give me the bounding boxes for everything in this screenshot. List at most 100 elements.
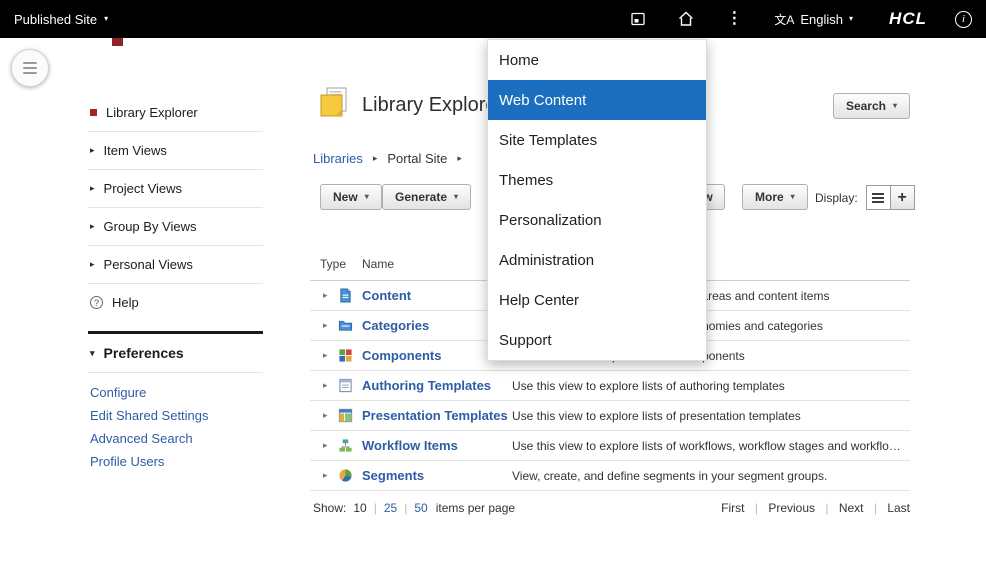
expand-arrow-icon[interactable]: ▸ — [310, 381, 338, 390]
segments-icon — [338, 468, 362, 483]
sidebar-item-label: Library Explorer — [106, 105, 198, 120]
sidebar-item-personal-views[interactable]: ▸ Personal Views — [88, 246, 263, 284]
hcl-logo: HCL — [889, 9, 927, 28]
content-icon — [338, 288, 362, 303]
sidebar-link-edit-shared-settings[interactable]: Edit Shared Settings — [90, 408, 261, 423]
generate-button[interactable]: Generate ▾ — [382, 184, 472, 210]
info-icon[interactable]: i — [955, 10, 972, 28]
search-button[interactable]: Search ▾ — [832, 93, 910, 119]
categories-icon — [338, 318, 362, 333]
items-per-page-label: items per page — [435, 501, 516, 515]
first-page-button[interactable]: First — [721, 501, 744, 515]
page-size-current[interactable]: 10 — [353, 501, 366, 515]
page-title: Library Explorer — [362, 93, 504, 116]
site-selector-label: Published Site — [14, 11, 98, 27]
menu-item-administration[interactable]: Administration — [488, 240, 706, 280]
language-selector[interactable]: 文A English ▾ — [774, 11, 853, 28]
row-description: Use this view to explore lists of presen… — [512, 408, 801, 423]
home-icon[interactable] — [677, 10, 695, 28]
table-row[interactable]: ▸ Presentation Templates Use this view t… — [310, 401, 910, 431]
hamburger-icon — [23, 62, 37, 64]
row-name-link[interactable]: Segments — [362, 468, 512, 483]
breadcrumb-libraries[interactable]: Libraries — [313, 151, 363, 166]
previous-page-button[interactable]: Previous — [768, 501, 815, 515]
list-view-icon — [872, 192, 885, 203]
table-row[interactable]: ▸ Authoring Templates Use this view to e… — [310, 371, 910, 401]
sidebar-item-help[interactable]: ? Help — [88, 284, 263, 321]
sidebar-section-preferences[interactable]: ▾ Preferences — [88, 334, 263, 373]
selected-marker-icon — [90, 109, 97, 116]
expand-arrow-icon[interactable]: ▸ — [310, 321, 338, 330]
sidebar-item-item-views[interactable]: ▸ Item Views — [88, 132, 263, 170]
new-button[interactable]: New ▾ — [320, 184, 382, 210]
more-button[interactable]: More ▾ — [742, 184, 808, 210]
table-row[interactable]: ▸ Workflow Items Use this view to explor… — [310, 431, 910, 461]
sidebar-item-label: Help — [112, 295, 139, 310]
expand-arrow-icon[interactable]: ▸ — [310, 411, 338, 420]
kebab-menu-icon[interactable]: ⋮ — [726, 11, 742, 27]
site-selector[interactable]: Published Site ▾ — [14, 12, 108, 27]
preferences-label: Preferences — [103, 345, 184, 361]
page-size-25[interactable]: 25 — [384, 501, 397, 515]
last-page-button[interactable]: Last — [887, 501, 910, 515]
chevron-down-icon: ▾ — [90, 347, 95, 358]
authoring-templates-icon — [338, 378, 362, 393]
row-description: Use this view to explore lists of author… — [512, 378, 785, 393]
caret-down-icon: ▾ — [790, 192, 795, 201]
row-name-link[interactable]: Presentation Templates — [362, 408, 512, 423]
caret-down-icon: ▾ — [454, 192, 459, 201]
pagination: Show: 10 | 25 | 50 items per page First … — [313, 501, 910, 515]
row-name-link[interactable]: Authoring Templates — [362, 378, 512, 393]
workflow-items-icon — [338, 438, 362, 453]
sidebar-item-library-explorer[interactable]: Library Explorer — [88, 94, 263, 132]
sidebar-link-profile-users[interactable]: Profile Users — [90, 454, 261, 469]
row-name-link[interactable]: Workflow Items — [362, 438, 512, 453]
menu-item-themes[interactable]: Themes — [488, 160, 706, 200]
chevron-right-icon: ▸ — [90, 221, 95, 231]
menu-item-site-templates[interactable]: Site Templates — [488, 120, 706, 160]
open-site-icon[interactable] — [630, 11, 646, 27]
sidebar-item-project-views[interactable]: ▸ Project Views — [88, 170, 263, 208]
breadcrumb-arrow-icon: ▸ — [457, 153, 462, 163]
menu-item-support[interactable]: Support — [488, 320, 706, 360]
menu-item-home[interactable]: Home — [488, 40, 706, 80]
next-page-button[interactable]: Next — [839, 501, 864, 515]
breadcrumb-portal-site[interactable]: Portal Site — [387, 151, 447, 166]
caret-down-icon: ▾ — [104, 14, 109, 23]
show-label: Show: — [313, 501, 347, 515]
sidebar-item-label: Item Views — [103, 143, 167, 158]
expand-arrow-icon[interactable]: ▸ — [310, 471, 338, 480]
chevron-right-icon: ▸ — [90, 183, 95, 193]
sidebar-item-label: Group By Views — [103, 219, 197, 234]
library-icon — [318, 86, 351, 124]
site-menu-dropdown: Home Web Content Site Templates Themes P… — [487, 39, 707, 361]
display-options: Display: + — [815, 185, 915, 210]
topbar: Published Site ▾ ⋮ 文A English ▾ HCL i — [0, 0, 986, 38]
hamburger-menu-button[interactable] — [11, 49, 49, 87]
display-label: Display: — [815, 190, 858, 205]
sidebar-link-configure[interactable]: Configure — [90, 385, 261, 400]
row-description: Use this view to explore lists of workfl… — [512, 438, 910, 453]
caret-down-icon: ▾ — [364, 192, 369, 201]
expand-arrow-icon[interactable]: ▸ — [310, 351, 338, 360]
sidebar-link-advanced-search[interactable]: Advanced Search — [90, 431, 261, 446]
pagination-nav: First | Previous | Next | Last — [721, 501, 910, 515]
presentation-templates-icon — [338, 408, 362, 423]
add-view-button[interactable]: + — [889, 185, 915, 210]
chevron-right-icon: ▸ — [90, 259, 95, 269]
table-row[interactable]: ▸ Segments View, create, and define segm… — [310, 461, 910, 491]
list-view-button[interactable] — [865, 185, 891, 210]
sidebar: Library Explorer ▸ Item Views ▸ Project … — [88, 94, 263, 481]
sidebar-item-group-by-views[interactable]: ▸ Group By Views — [88, 208, 263, 246]
menu-item-personalization[interactable]: Personalization — [488, 200, 706, 240]
translate-icon: 文A — [774, 12, 795, 27]
sidebar-item-label: Project Views — [103, 181, 183, 196]
expand-arrow-icon[interactable]: ▸ — [310, 441, 338, 450]
sidebar-item-label: Personal Views — [103, 257, 193, 272]
menu-item-web-content[interactable]: Web Content — [488, 80, 706, 120]
page-size-50[interactable]: 50 — [414, 501, 427, 515]
caret-down-icon: ▾ — [892, 101, 897, 110]
menu-item-help-center[interactable]: Help Center — [488, 280, 706, 320]
expand-arrow-icon[interactable]: ▸ — [310, 291, 338, 300]
plus-icon: + — [897, 188, 907, 206]
